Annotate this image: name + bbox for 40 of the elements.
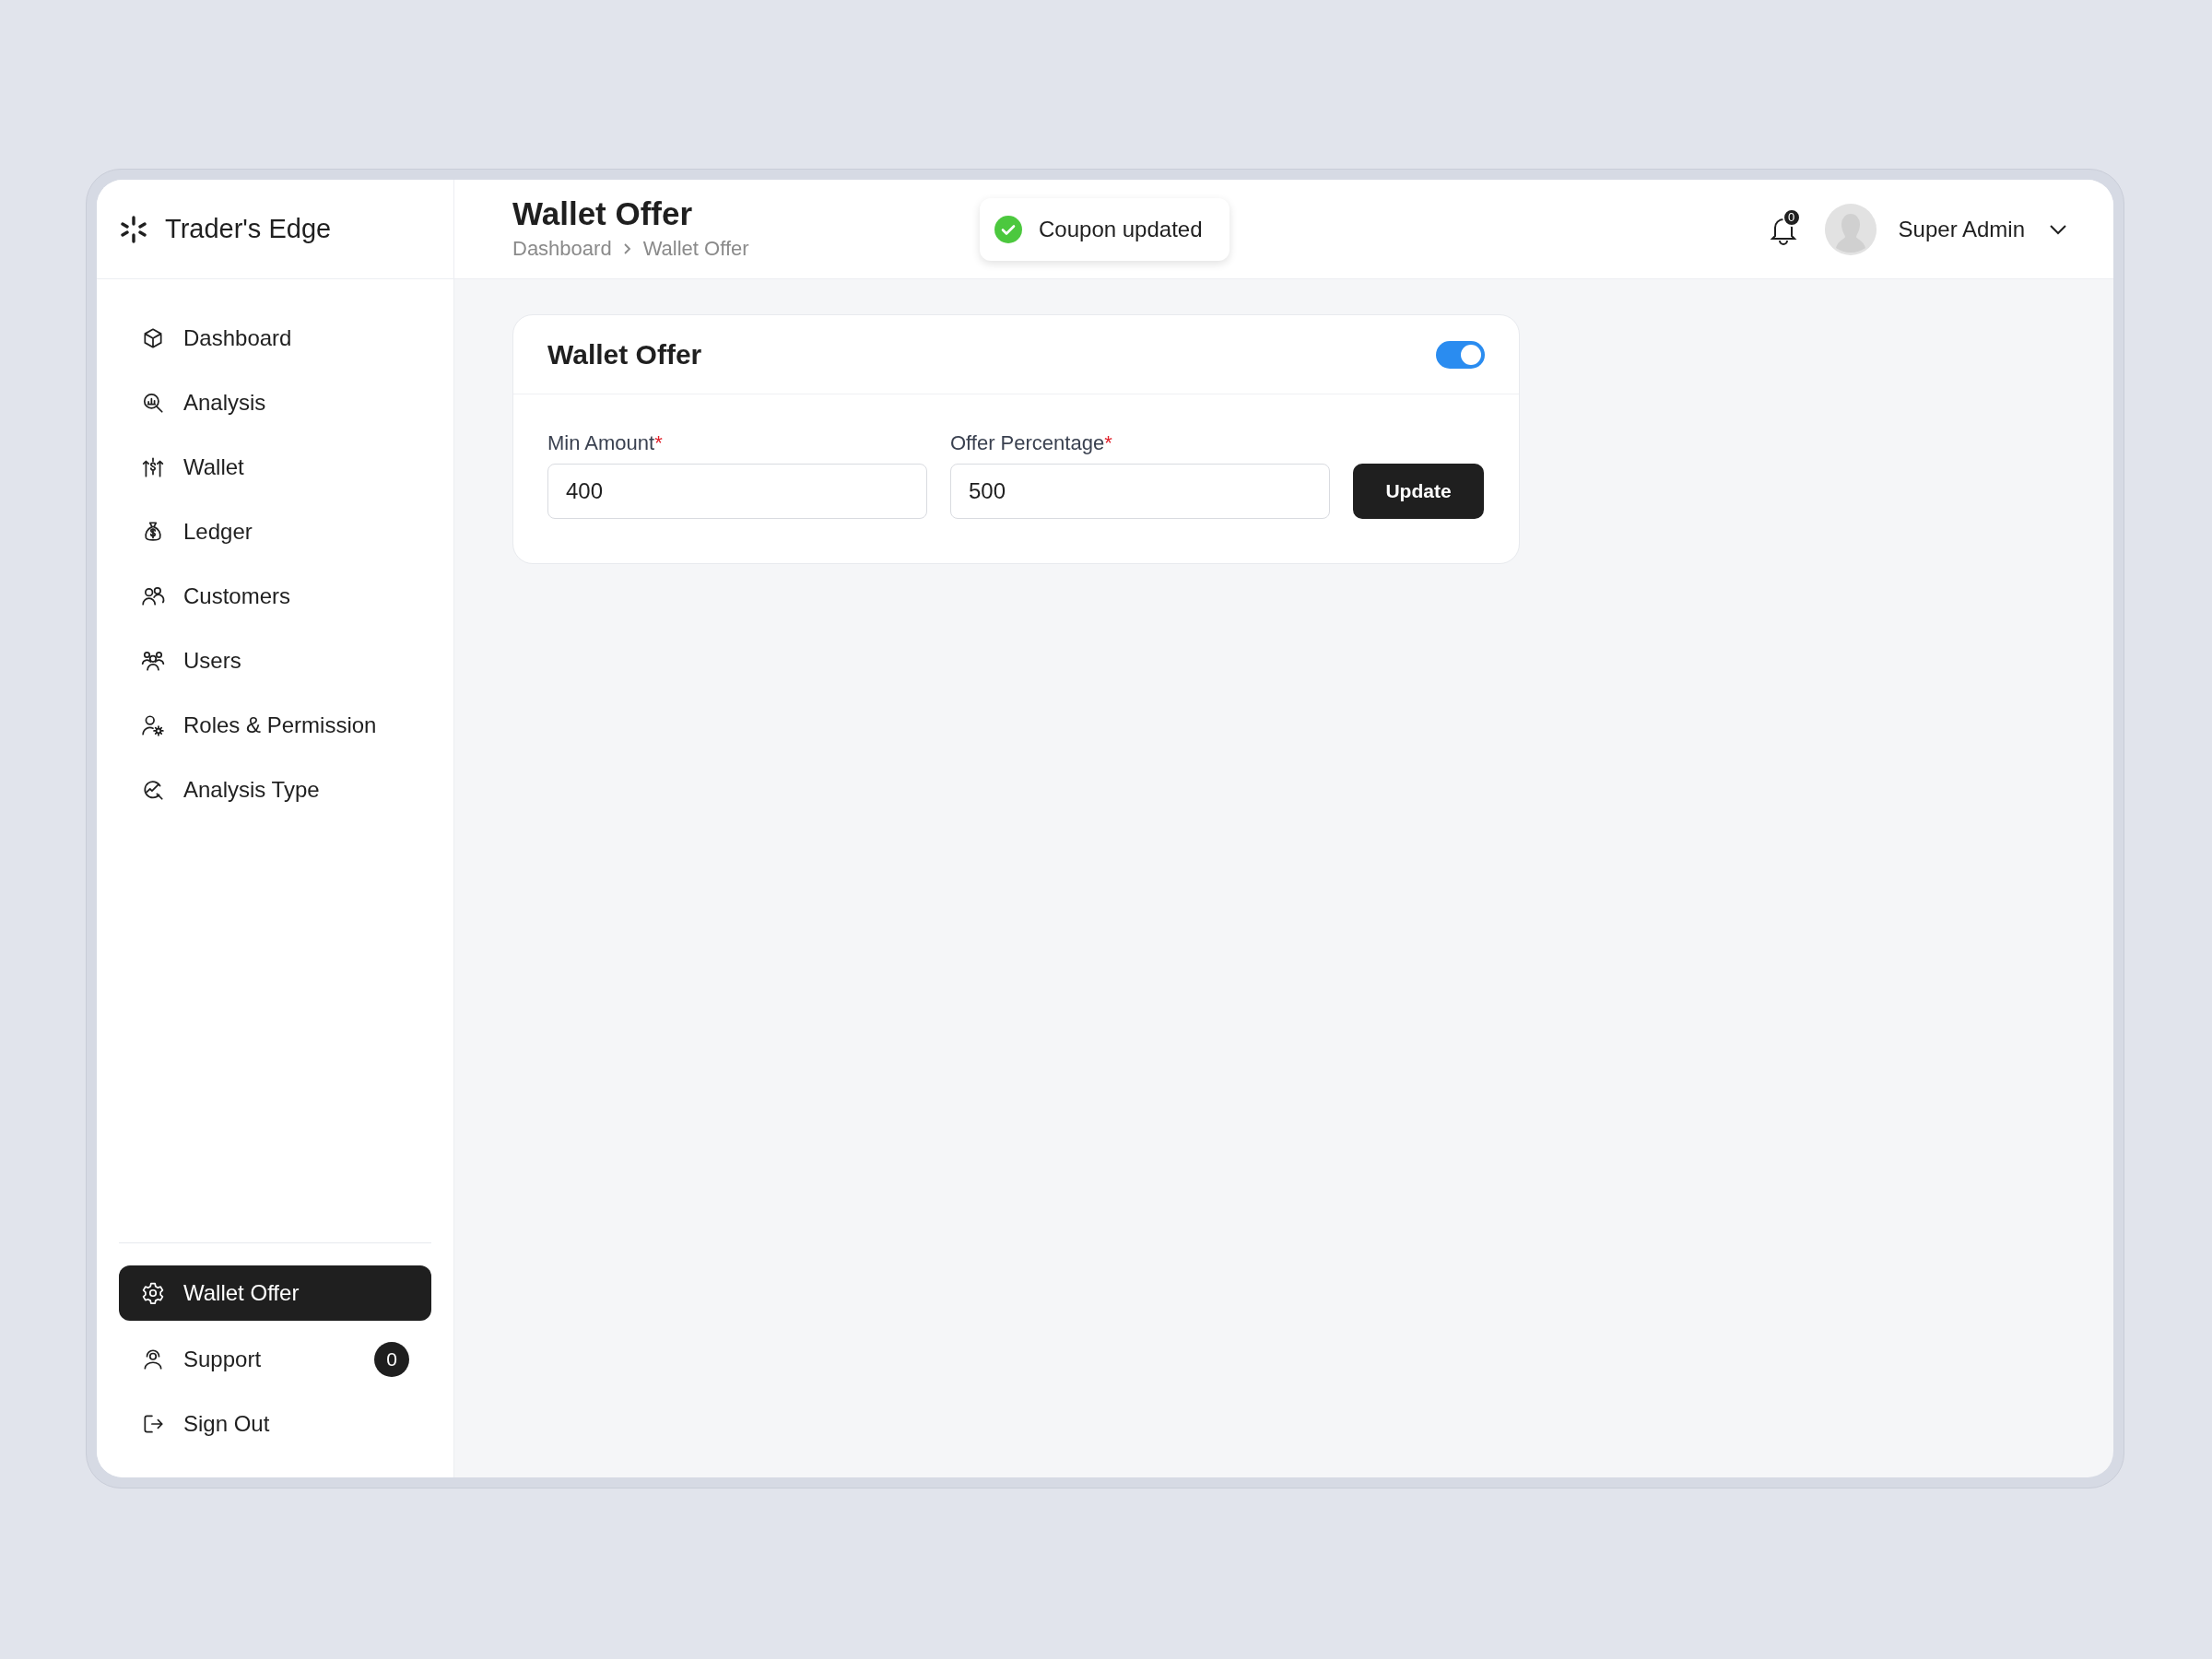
field-label: Min Amount: [547, 430, 655, 456]
check-circle-icon: [994, 216, 1022, 243]
breadcrumb-current: Wallet Offer: [642, 236, 749, 262]
notification-button[interactable]: 0: [1769, 213, 1797, 245]
sidebar-item[interactable]: Analysis: [119, 377, 431, 429]
sidebar-item[interactable]: Wallet Offer: [119, 1265, 431, 1321]
sign-out-icon: [141, 1412, 165, 1436]
page-title: Wallet Offer: [512, 194, 694, 233]
sidebar-item[interactable]: Wallet: [119, 441, 431, 493]
cube-icon: [141, 326, 165, 350]
card-title: Wallet Offer: [547, 338, 702, 371]
field-label: Offer Percentage: [950, 430, 1105, 456]
update-button[interactable]: Update: [1353, 464, 1484, 519]
chevron-right-icon: [622, 241, 632, 255]
user-name[interactable]: Super Admin: [1898, 212, 2025, 246]
logo-icon: [119, 214, 148, 244]
toggle-switch[interactable]: [1436, 340, 1485, 369]
user-gear-icon: [141, 713, 165, 737]
sidebar-item[interactable]: Support 0: [119, 1334, 431, 1385]
group-icon: [141, 649, 165, 673]
sidebar-item[interactable]: Customers: [119, 571, 431, 622]
chart-check-icon: [141, 778, 165, 802]
sidebar-item[interactable]: Ledger: [119, 506, 431, 558]
sidebar-item[interactable]: Analysis Type: [119, 764, 431, 816]
count-badge: 0: [374, 1342, 409, 1377]
input-field[interactable]: 500: [950, 464, 1330, 519]
notification-badge: 0: [1782, 207, 1801, 227]
dollar-arrows-icon: [141, 455, 165, 479]
required-mark: *: [654, 430, 663, 456]
sidebar-item[interactable]: Dashboard: [119, 312, 431, 364]
brand-name: Trader's Edge: [165, 212, 332, 245]
toast-message: Coupon updated: [1039, 216, 1203, 243]
gear-icon: [141, 1281, 165, 1305]
sidebar-item[interactable]: Sign Out: [119, 1398, 431, 1450]
sidebar-item[interactable]: Users: [119, 635, 431, 687]
chart-search-icon: [141, 391, 165, 415]
chevron-down-icon[interactable]: [2049, 223, 2067, 235]
required-mark: *: [1104, 430, 1112, 456]
input-field[interactable]: 400: [547, 464, 927, 519]
sidebar-item[interactable]: Roles & Permission: [119, 700, 431, 751]
